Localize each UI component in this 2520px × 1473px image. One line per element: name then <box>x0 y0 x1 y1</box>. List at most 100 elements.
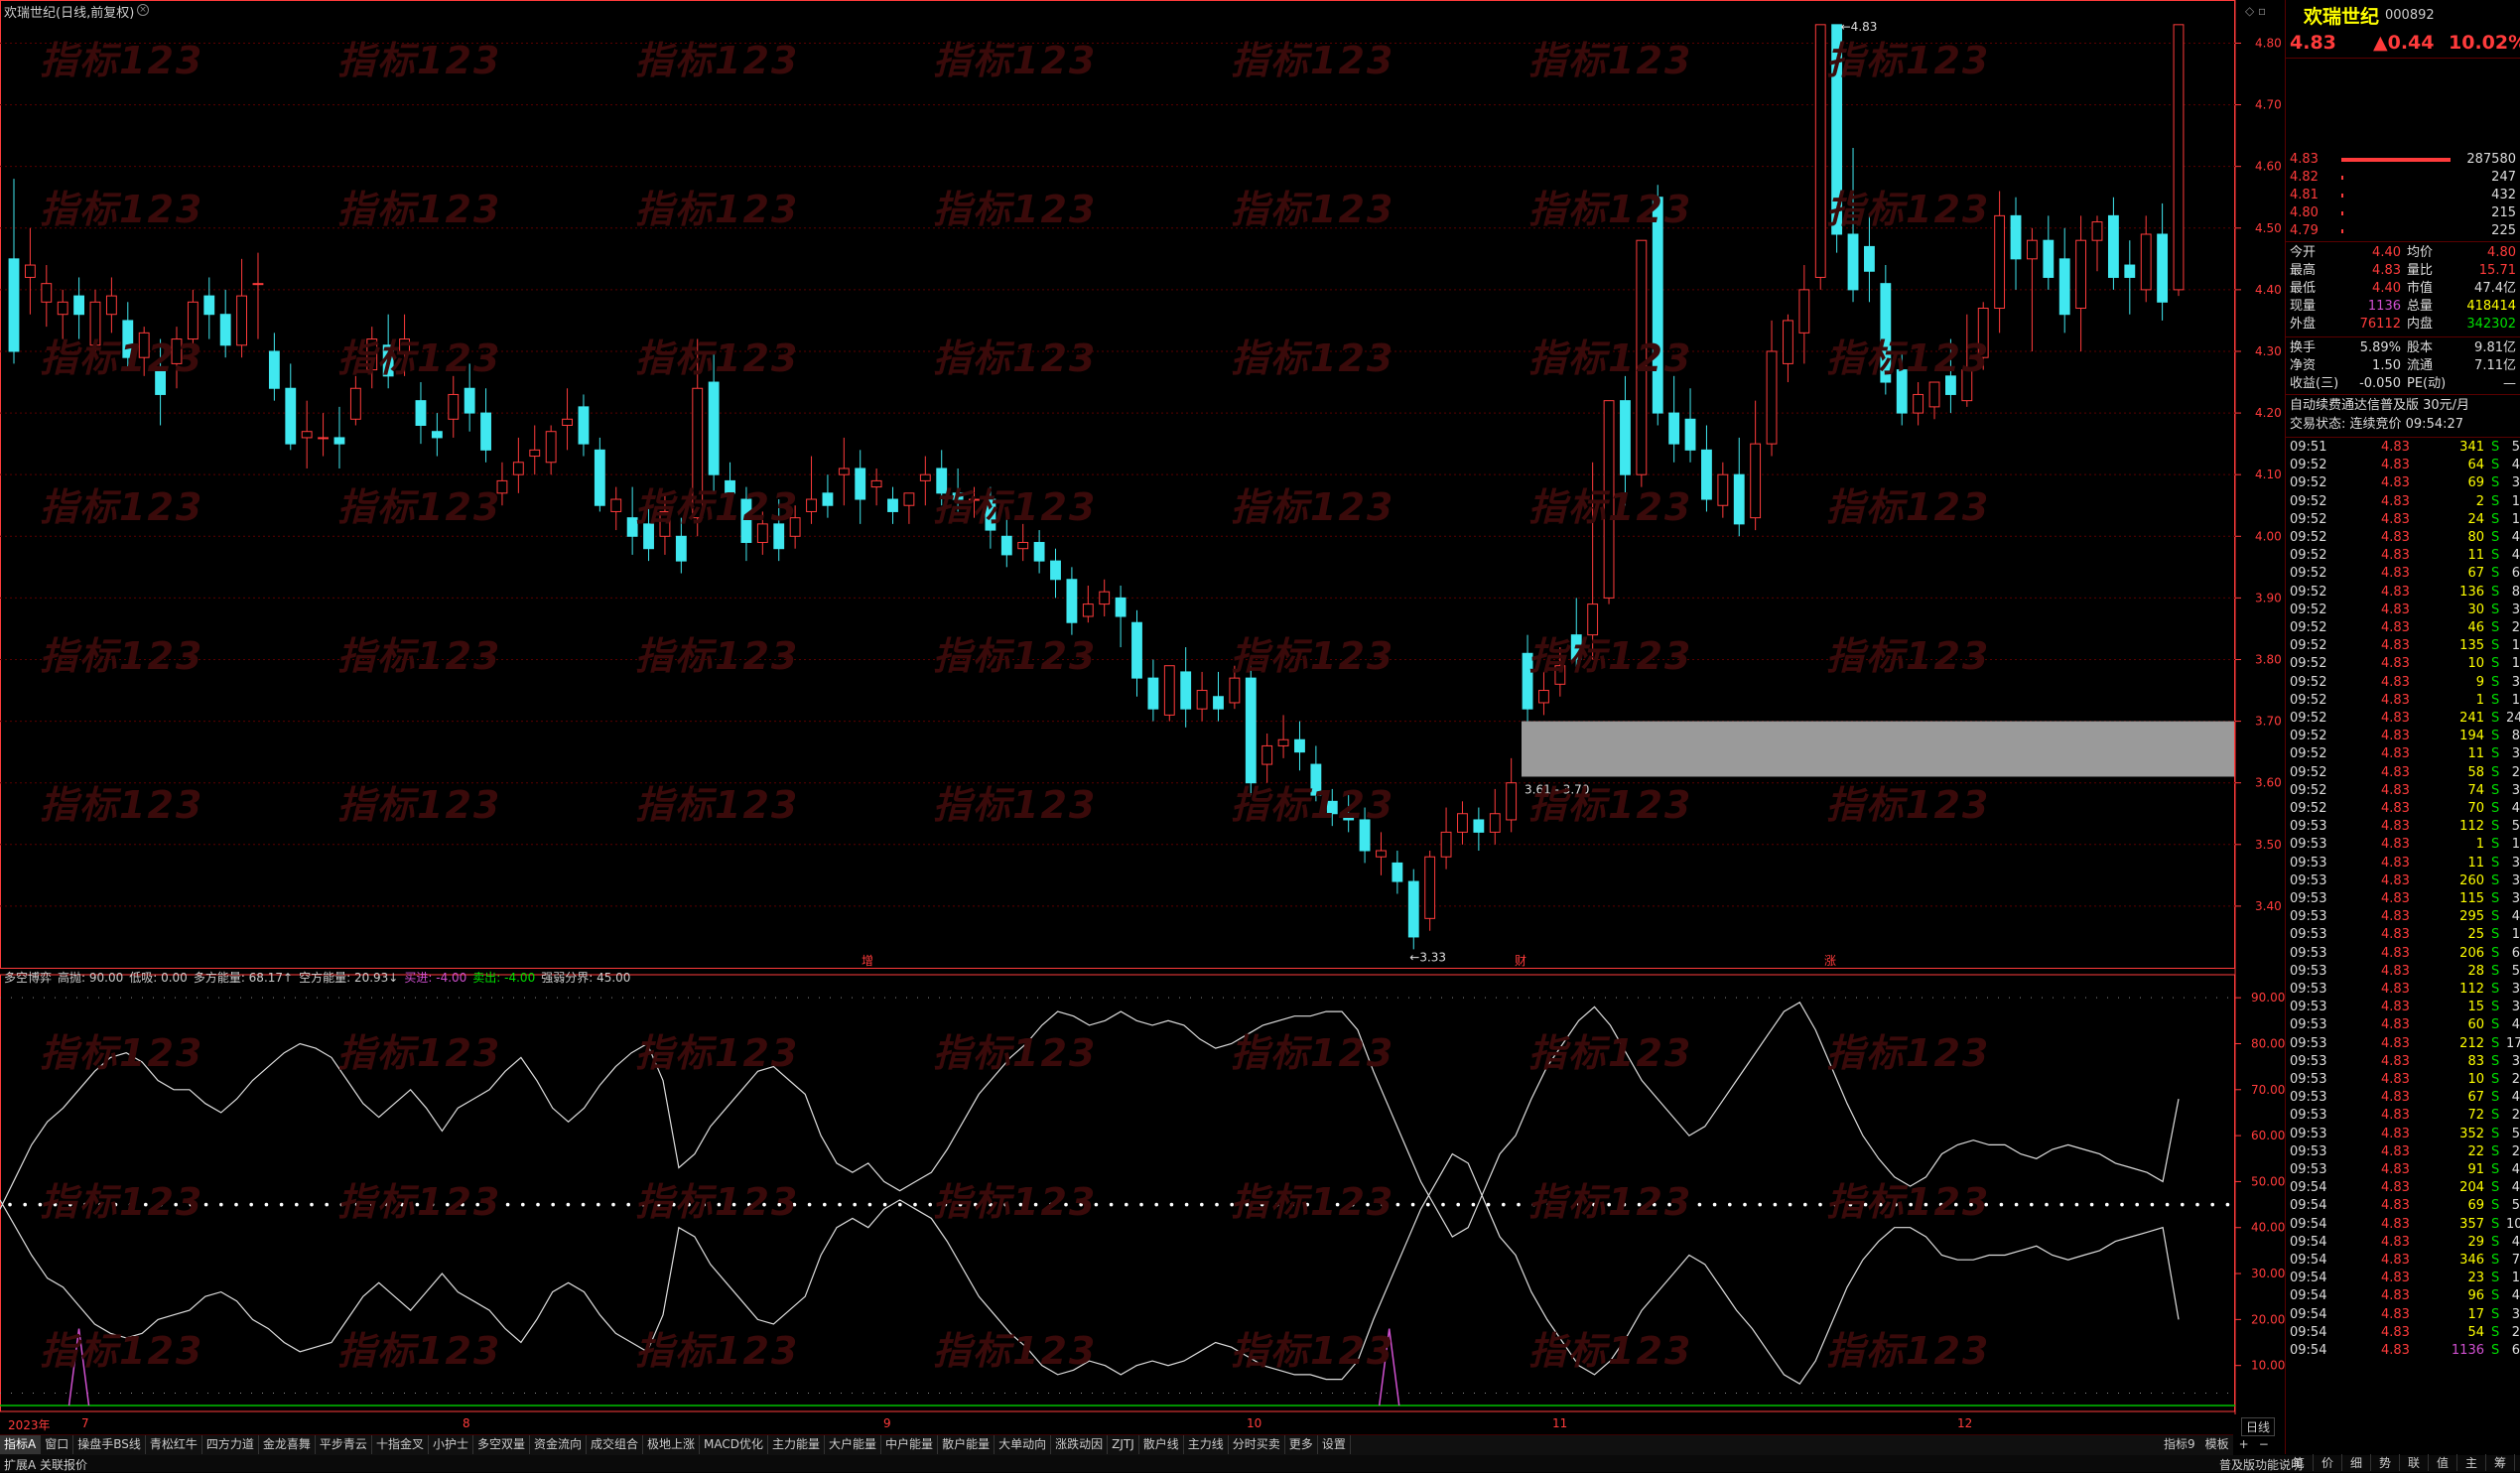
quote-cell: 09:53 <box>2290 1090 2327 1106</box>
quote-tab-5[interactable]: 值 <box>2429 1454 2457 1471</box>
quote-tab-2[interactable]: 细 <box>2342 1454 2371 1471</box>
tab-5[interactable]: 金龙喜舞 <box>259 1435 316 1454</box>
quote-cell: 09:53 <box>2290 1053 2327 1069</box>
quote-cell: 11 <box>2467 746 2484 762</box>
quote-cell: 4.83 <box>2381 530 2410 545</box>
tab-20[interactable]: ZJTJ <box>1108 1435 1139 1454</box>
tab-16[interactable]: 中户能量 <box>881 1435 939 1454</box>
tab-25[interactable]: 设置 <box>1318 1435 1351 1454</box>
candle <box>1424 851 1436 931</box>
quote-tab-6[interactable]: 主 <box>2457 1454 2486 1471</box>
quote-cell: 1 <box>2511 638 2520 654</box>
quote-cell: 15 <box>2467 1000 2484 1015</box>
tab-23[interactable]: 分时买卖 <box>1229 1435 1285 1454</box>
quote-cell: 260 <box>2459 872 2484 888</box>
threshold-dot <box>928 1202 932 1207</box>
tab-22[interactable]: 主力线 <box>1184 1435 1229 1454</box>
candle <box>219 289 231 358</box>
tabs-right-2[interactable]: + <box>2239 1437 2249 1451</box>
candle <box>1099 579 1111 617</box>
quote-cell: 225 <box>2491 223 2516 238</box>
threshold-dot <box>2135 1202 2139 1207</box>
watermark: 指标123 <box>1528 1180 1693 1224</box>
quote-cell: 总量 <box>2407 299 2434 314</box>
quote-cell: 09:52 <box>2290 511 2327 527</box>
quote-cell: 09:52 <box>2290 458 2327 473</box>
quote-tab-1[interactable]: 价 <box>2314 1454 2342 1471</box>
quote-row: 4.79 225 <box>2286 222 2520 240</box>
quote-tab-0[interactable]: 笔 <box>2285 1454 2314 1471</box>
watermark: 指标123 <box>40 1180 204 1224</box>
quote-cell: 1 <box>2511 692 2520 708</box>
tab-0[interactable]: 指标A <box>0 1435 42 1454</box>
tab-21[interactable]: 散户线 <box>1139 1435 1184 1454</box>
candle <box>610 486 622 531</box>
quote-cell: 4.83 <box>2381 909 2410 925</box>
quote-cell: 09:52 <box>2290 620 2327 635</box>
quote-cell: S <box>2491 440 2500 455</box>
tabs-right-0[interactable]: 指标9 <box>2164 1437 2195 1451</box>
quote-cell: S <box>2491 638 2500 654</box>
quote-cell: 4.83 <box>2381 945 2410 961</box>
quote-cell: 4.40 <box>2372 245 2401 260</box>
quote-cell: 3 <box>2511 1053 2520 1069</box>
tab-24[interactable]: 更多 <box>1285 1435 1318 1454</box>
tab-14[interactable]: 主力能量 <box>768 1435 826 1454</box>
threshold-dot <box>2089 1202 2094 1207</box>
tab-10[interactable]: 资金流向 <box>530 1435 587 1454</box>
quote-cell: 4.83 <box>2381 963 2410 979</box>
quote-cell: 3 <box>2511 602 2520 617</box>
tab-8[interactable]: 小护士 <box>429 1435 473 1454</box>
quote-tab-4[interactable]: 联 <box>2400 1454 2429 1471</box>
tabs-right-3[interactable]: − <box>2259 1437 2269 1451</box>
quote-row: 09:53 4.83 260 S 3 <box>2286 872 2520 890</box>
quote-cell: 357 <box>2459 1216 2484 1232</box>
bottom-left-links[interactable]: 扩展A 关联报价 <box>4 1456 87 1473</box>
quote-cell: 24 <box>2467 511 2484 527</box>
price-tick-label: 3.80 <box>2255 652 2282 666</box>
tab-12[interactable]: 极地上涨 <box>643 1435 701 1454</box>
period-button[interactable]: 日线 <box>2241 1417 2276 1436</box>
tab-7[interactable]: 十指金叉 <box>372 1435 429 1454</box>
quote-cell: 09:52 <box>2290 548 2327 564</box>
window-controls-icon[interactable]: ◇ ▫ <box>2245 4 2266 18</box>
tabs-right-1[interactable]: 模板 <box>2205 1437 2229 1451</box>
quote-tab-3[interactable]: 势 <box>2371 1454 2400 1471</box>
tab-4[interactable]: 四方力道 <box>202 1435 259 1454</box>
candle <box>806 456 817 524</box>
quote-row: 09:54 4.83 357 S 10 <box>2286 1216 2520 1234</box>
tab-6[interactable]: 平步青云 <box>316 1435 372 1454</box>
legend-item: 低吸: 0.00 <box>129 971 188 985</box>
window-title: 欢瑞世纪(日线,前复权) <box>4 6 135 21</box>
tab-18[interactable]: 大单动向 <box>995 1435 1052 1454</box>
quote-tab-7[interactable]: 筹 <box>2486 1454 2515 1471</box>
support-zone <box>1522 721 2234 777</box>
watermark: 指标123 <box>337 1031 502 1075</box>
tab-19[interactable]: 涨跌动因 <box>1051 1435 1109 1454</box>
quote-cell: 9.81亿 <box>2474 340 2516 355</box>
threshold-dot <box>203 1202 208 1207</box>
tab-15[interactable]: 大户能量 <box>825 1435 882 1454</box>
close-icon[interactable]: × <box>137 4 149 16</box>
quote-cell: 8 <box>2511 729 2520 744</box>
tab-1[interactable]: 窗口 <box>41 1435 74 1454</box>
threshold-dot <box>234 1202 238 1207</box>
threshold-dot <box>521 1202 525 1207</box>
quote-row: 09:53 4.83 60 S 4 <box>2286 1016 2520 1034</box>
quote-cell: 09:51 <box>2290 440 2327 455</box>
tab-13[interactable]: MACD优化 <box>700 1435 769 1454</box>
quote-cell: 09:52 <box>2290 674 2327 690</box>
tab-17[interactable]: 散户能量 <box>938 1435 995 1454</box>
tab-2[interactable]: 操盘手BS线 <box>73 1435 146 1454</box>
quote-cell: -0.050 <box>2359 376 2401 391</box>
quote-row: 09:52 4.83 9 S 3 <box>2286 674 2520 692</box>
tab-11[interactable]: 成交组合 <box>587 1435 644 1454</box>
quote-cell: 91 <box>2467 1162 2484 1177</box>
tab-3[interactable]: 青松红牛 <box>146 1435 202 1454</box>
candle <box>887 486 898 524</box>
tab-9[interactable]: 多空双量 <box>473 1435 530 1454</box>
candle <box>1376 832 1387 875</box>
candle <box>236 258 247 358</box>
quote-cell: 4.83 <box>2381 475 2410 491</box>
candle <box>2075 215 2087 351</box>
